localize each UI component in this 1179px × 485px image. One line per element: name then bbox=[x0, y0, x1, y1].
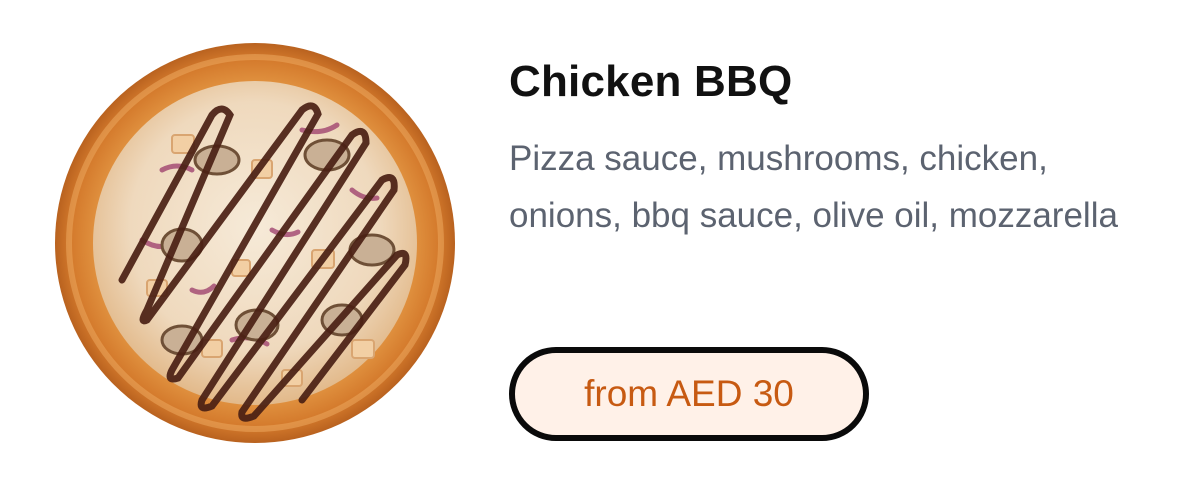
pizza-image[interactable] bbox=[52, 40, 458, 446]
product-info: Chicken BBQ Pizza sauce, mushrooms, chic… bbox=[509, 52, 1149, 244]
product-description: Pizza sauce, mushrooms, chicken, onions,… bbox=[509, 139, 1118, 235]
product-card[interactable]: Chicken BBQ Pizza sauce, mushrooms, chic… bbox=[0, 0, 1179, 485]
price-button[interactable]: from AED 30 bbox=[509, 347, 869, 441]
product-title: Chicken BBQ bbox=[509, 57, 793, 106]
